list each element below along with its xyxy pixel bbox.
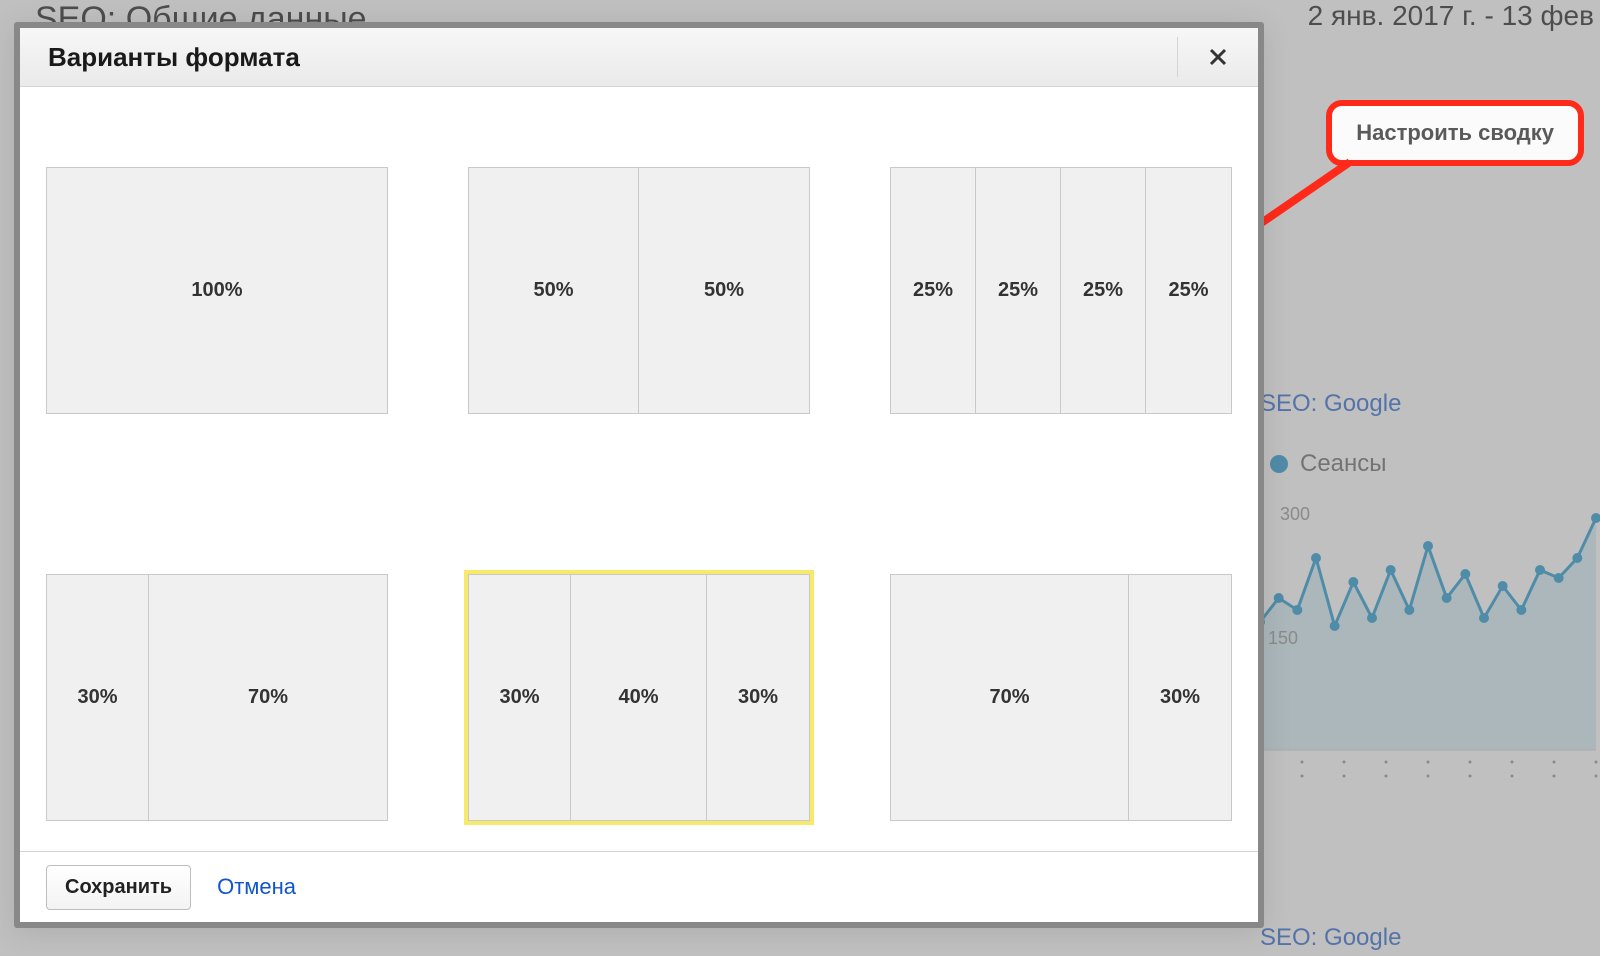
customize-dashboard-button[interactable]: Настроить сводку [1326,100,1584,166]
layout-50-50-option[interactable]: 50%50% [468,167,810,414]
widget-title-a: SEO: Google [1260,390,1401,418]
chart-ytick: 150 [1268,628,1298,649]
legend-swatch-icon [1270,455,1288,473]
layout-column: 50% [639,168,809,413]
chart-ytick: 300 [1280,504,1310,525]
layout-column: 50% [469,168,639,413]
layout-column: 25% [891,168,976,413]
layout-30-40-30-option[interactable]: 30%40%30% [468,574,810,821]
legend-label: Сеансы [1300,450,1387,478]
layout-25-25-25-25-option[interactable]: 25%25%25%25% [890,167,1232,414]
layout-column: 30% [707,575,809,820]
layout-column: 70% [149,575,387,820]
dialog-body: 100%50%50%25%25%25%25%30%70%30%40%30%70%… [20,87,1258,851]
layout-30-70-option[interactable]: 30%70% [46,574,388,821]
layout-column: 30% [47,575,149,820]
close-icon[interactable] [1177,37,1238,77]
chart-legend: Сеансы [1270,450,1387,478]
layout-column: 70% [891,575,1129,820]
layout-options-dialog: Варианты формата 100%50%50%25%25%25%25%3… [14,22,1264,928]
chart-canvas [1250,500,1600,790]
widget-title-b: SEO: Google [1260,924,1401,952]
dialog-header: Варианты формата [20,28,1258,87]
x-icon [1208,47,1228,67]
layout-column: 30% [469,575,571,820]
layout-column: 30% [1129,575,1231,820]
dialog-footer: Сохранить Отмена [20,851,1258,922]
layout-options-grid: 100%50%50%25%25%25%25%30%70%30%40%30%70%… [46,167,1232,821]
sessions-chart: 300 150 [1250,500,1600,790]
dialog-title: Варианты формата [48,42,300,73]
layout-column: 25% [1061,168,1146,413]
layout-70-30-option[interactable]: 70%30% [890,574,1232,821]
layout-column: 100% [47,168,387,413]
date-range: 2 янв. 2017 г. - 13 фев [1308,0,1594,32]
save-button[interactable]: Сохранить [46,865,191,910]
layout-column: 25% [976,168,1061,413]
layout-column: 25% [1146,168,1231,413]
cancel-link[interactable]: Отмена [217,874,296,900]
layout-100-option[interactable]: 100% [46,167,388,414]
layout-column: 40% [571,575,707,820]
